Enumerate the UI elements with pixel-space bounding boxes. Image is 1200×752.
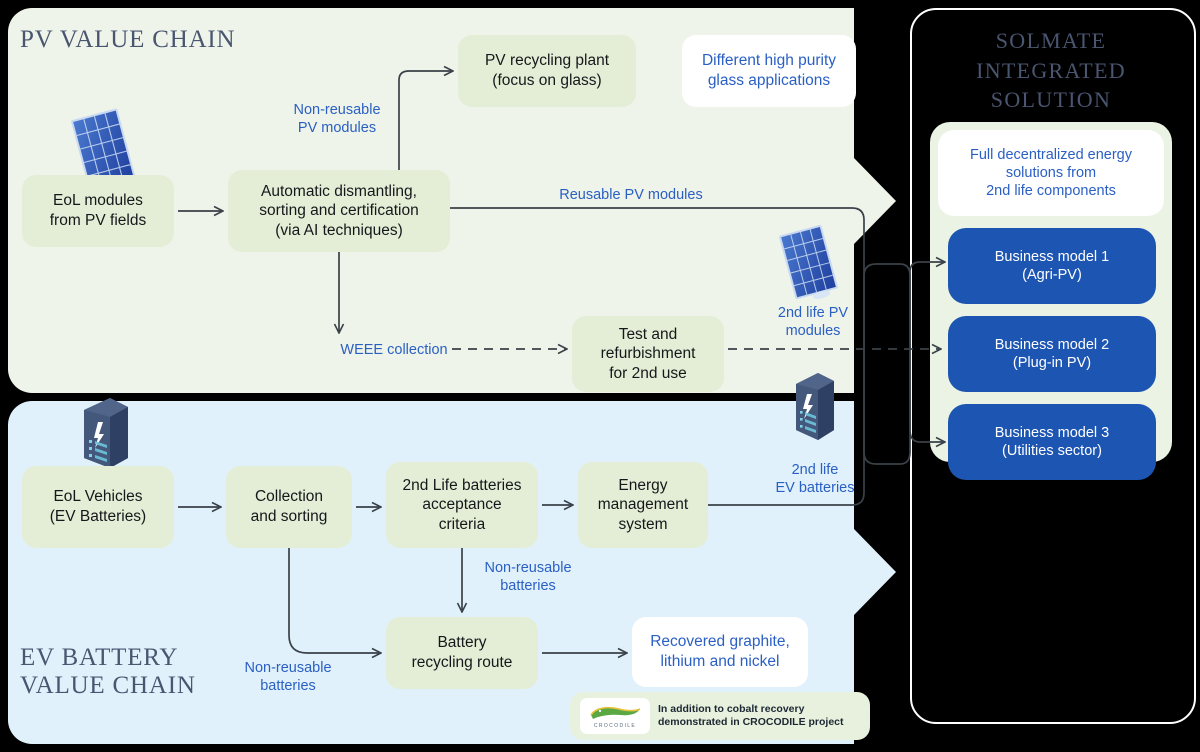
node-solmate-headline: Full decentralized energy solutions from…: [938, 130, 1164, 216]
battery-storage-icon-2nd-life: [796, 373, 834, 440]
node-test-refurbishment[interactable]: Test and refurbishment for 2nd use: [572, 316, 724, 392]
node-business-model-1[interactable]: Business model 1 (Agri-PV): [948, 228, 1156, 304]
node-pv-recycling-plant[interactable]: PV recycling plant (focus on glass): [458, 35, 636, 107]
node-recovered-materials[interactable]: Recovered graphite, lithium and nickel: [632, 617, 808, 687]
solmate-title: SOLMATE INTEGRATED SOLUTION: [976, 28, 1126, 113]
label-non-reusable-batteries-mid: Non-reusable batteries: [484, 560, 572, 594]
node-eol-modules[interactable]: EoL modules from PV fields: [22, 175, 174, 247]
node-business-model-3[interactable]: Business model 3 (Utilities sector): [948, 404, 1156, 480]
node-automatic-dismantling[interactable]: Automatic dismantling, sorting and certi…: [228, 170, 450, 252]
node-battery-recycling-route[interactable]: Battery recycling route: [386, 617, 538, 689]
node-eol-vehicles[interactable]: EoL Vehicles (EV Batteries): [22, 466, 174, 548]
label-reusable-pv-modules: Reusable PV modules: [559, 187, 703, 203]
crocodile-note: CROCODILE In addition to cobalt recovery…: [570, 692, 870, 740]
node-collection-sorting[interactable]: Collection and sorting: [226, 466, 352, 548]
crocodile-note-text: In addition to cobalt recovery demonstra…: [658, 702, 844, 728]
label-2nd-life-pv-modules: 2nd life PV modules: [777, 305, 849, 339]
node-glass-applications[interactable]: Different high purity glass applications: [682, 35, 856, 107]
node-acceptance-criteria[interactable]: 2nd Life batteries acceptance criteria: [386, 462, 538, 548]
node-business-model-2[interactable]: Business model 2 (Plug-in PV): [948, 316, 1156, 392]
crocodile-logo-icon: CROCODILE: [580, 698, 650, 734]
diagram-canvas: PV VALUE CHAIN EoL modules from PV field…: [0, 0, 1200, 752]
node-energy-management[interactable]: Energy management system: [578, 462, 708, 548]
solar-panel-icon-2nd-life: [779, 225, 838, 300]
pv-chain-title: PV VALUE CHAIN: [20, 26, 236, 53]
label-non-reusable-batteries-left: Non-reusable batteries: [244, 660, 332, 694]
label-2nd-life-ev-batteries: 2nd life EV batteries: [775, 462, 855, 496]
ev-chain-title: EV BATTERY VALUE CHAIN: [20, 644, 196, 699]
crocodile-wordmark: CROCODILE: [593, 722, 637, 729]
label-weee-collection: WEEE collection: [340, 342, 448, 358]
label-non-reusable-pv-modules: Non-reusable PV modules: [293, 102, 381, 136]
